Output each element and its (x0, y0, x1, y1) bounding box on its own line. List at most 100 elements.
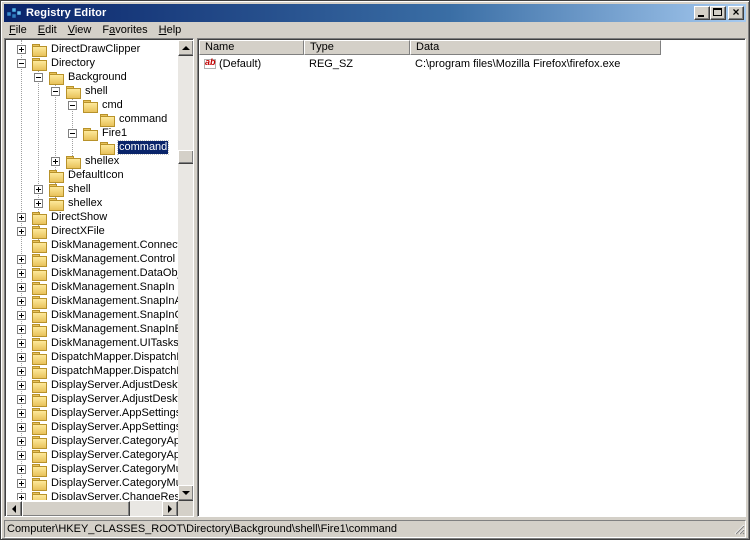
tree-item[interactable]: DiskManagement.SnapIn (17, 280, 176, 295)
expand-icon[interactable] (17, 254, 26, 264)
window-controls: × (694, 5, 744, 20)
tree-item[interactable]: DefaultIcon (34, 168, 125, 183)
expand-icon[interactable] (17, 310, 26, 320)
expand-icon[interactable] (17, 464, 26, 474)
tree-item-label: cmd (102, 98, 123, 111)
expand-icon[interactable] (17, 478, 26, 488)
tree-item[interactable]: DispatchMapper.DispatchMapp (17, 364, 178, 379)
expand-icon[interactable] (17, 436, 26, 446)
tree-item-label: DiskManagement.SnapInExten (51, 322, 178, 335)
close-button[interactable]: × (728, 5, 744, 20)
tree-item[interactable]: DisplayServer.AdjustDesktopSi (17, 378, 178, 393)
menu-help[interactable]: Help (154, 24, 188, 36)
expand-icon[interactable] (34, 198, 43, 208)
expand-icon[interactable] (17, 366, 26, 376)
maximize-button[interactable] (710, 6, 726, 20)
tree-item[interactable]: shellex (34, 196, 103, 211)
expand-icon[interactable] (51, 156, 60, 166)
tree-item-label: shellex (85, 154, 120, 167)
expand-icon[interactable] (17, 296, 26, 306)
right-arrow-icon (168, 505, 176, 513)
tree-item[interactable]: DiskManagement.SnapInCompo (17, 308, 178, 323)
tree-horizontal-scrollbar[interactable] (6, 501, 178, 516)
registry-editor-window: Registry Editor × File Edit View Favorit… (0, 0, 750, 540)
tree-item[interactable]: Directory (17, 56, 96, 71)
tree-item[interactable]: shell (51, 84, 109, 99)
tree-item[interactable]: DiskManagement.DataObject (17, 266, 178, 281)
tree-vertical-scrollbar[interactable] (178, 40, 193, 501)
menu-edit[interactable]: Edit (33, 24, 63, 36)
tree-item[interactable]: DiskManagement.Connection (17, 238, 178, 253)
expand-icon[interactable] (17, 352, 26, 362)
tree-item[interactable]: DisplayServer.ChangeRes (17, 490, 178, 500)
tree-item[interactable]: DirectShow (17, 210, 108, 225)
tree-item[interactable]: DisplayServer.CategoryAppear (17, 448, 178, 463)
tree-item[interactable]: DiskManagement.SnapInAbout (17, 294, 178, 309)
menu-view-label: iew (74, 24, 92, 36)
folder-icon (31, 337, 47, 351)
title-bar[interactable]: Registry Editor × (4, 4, 746, 22)
tree-item[interactable]: DiskManagement.UITasks (17, 336, 178, 351)
scroll-up-button[interactable] (178, 40, 193, 56)
folder-icon (82, 99, 98, 113)
tree-item[interactable]: DisplayServer.CategoryAppear (17, 434, 178, 449)
scroll-left-button[interactable] (6, 501, 22, 516)
tree-item[interactable]: DispatchMapper.DispatchMapp (17, 350, 178, 365)
tree-horizontal-scroll-thumb[interactable] (22, 501, 130, 516)
column-header-name[interactable]: Name (199, 40, 304, 55)
expand-icon[interactable] (17, 324, 26, 334)
values-list-pane[interactable]: Name Type Data ab (Default) REG_SZ C:\pro… (197, 38, 746, 517)
status-path: Computer\HKEY_CLASSES_ROOT\Directory\Bac… (7, 523, 398, 535)
tree-item[interactable]: DisplayServer.CategoryMultiMo (17, 462, 178, 477)
expand-icon[interactable] (17, 450, 26, 460)
tree-vertical-scroll-thumb[interactable] (178, 150, 193, 164)
menu-file[interactable]: File (4, 24, 33, 36)
scroll-right-button[interactable] (162, 501, 178, 516)
collapse-icon[interactable] (51, 86, 60, 96)
tree-item[interactable]: command (85, 112, 168, 127)
collapse-icon[interactable] (17, 58, 26, 68)
column-header-type[interactable]: Type (304, 40, 410, 55)
tree-item[interactable]: Background (34, 70, 128, 85)
tree-item[interactable]: shellex (51, 154, 120, 169)
expand-icon[interactable] (17, 338, 26, 348)
tree-item[interactable]: DisplayServer.AdjustDesktopSi (17, 392, 178, 407)
tree-item[interactable]: DisplayServer.CategoryMultiMo (17, 476, 178, 491)
list-row[interactable]: ab (Default) REG_SZ C:\program files\Mozi… (199, 56, 710, 72)
menu-view[interactable]: View (63, 24, 98, 36)
key-tree-pane[interactable]: DirectDrawClipper Directory Background shel… (4, 38, 194, 517)
menu-file-label: ile (15, 24, 27, 36)
menu-favorites[interactable]: Favorites (97, 24, 153, 36)
tree-item[interactable]: DiskManagement.Control (17, 252, 176, 267)
tree-item[interactable]: cmd (68, 98, 124, 113)
tree-item[interactable]: shell (34, 182, 92, 197)
minimize-button[interactable] (694, 6, 710, 20)
expand-icon[interactable] (17, 380, 26, 390)
expand-icon[interactable] (17, 44, 26, 54)
folder-icon (65, 85, 81, 99)
expand-icon[interactable] (17, 268, 26, 278)
tree-item[interactable]: DisplayServer.AppSettingsBasi (17, 406, 178, 421)
tree-item[interactable]: DiskManagement.SnapInExten (17, 322, 178, 337)
expand-icon[interactable] (17, 282, 26, 292)
expand-icon[interactable] (34, 184, 43, 194)
tree-item[interactable]: DisplayServer.AppSettingsBasi (17, 420, 178, 435)
expand-icon[interactable] (17, 212, 26, 222)
folder-icon (99, 113, 115, 127)
tree-item[interactable]: DirectXFile (17, 224, 106, 239)
tree-item[interactable]: command (85, 139, 170, 155)
collapse-icon[interactable] (68, 128, 77, 138)
resize-grip-icon[interactable] (733, 523, 745, 535)
expand-icon[interactable] (17, 492, 26, 500)
collapse-icon[interactable] (34, 72, 43, 82)
scroll-down-button[interactable] (178, 485, 193, 501)
tree-item-label: DiskManagement.UITasks (51, 336, 178, 349)
expand-icon[interactable] (17, 394, 26, 404)
collapse-icon[interactable] (68, 100, 77, 110)
tree-item[interactable]: Fire1 (68, 126, 128, 141)
expand-icon[interactable] (17, 422, 26, 432)
expand-icon[interactable] (17, 408, 26, 418)
expand-icon[interactable] (17, 226, 26, 236)
column-header-data[interactable]: Data (410, 40, 661, 55)
tree-item[interactable]: DirectDrawClipper (17, 42, 141, 57)
